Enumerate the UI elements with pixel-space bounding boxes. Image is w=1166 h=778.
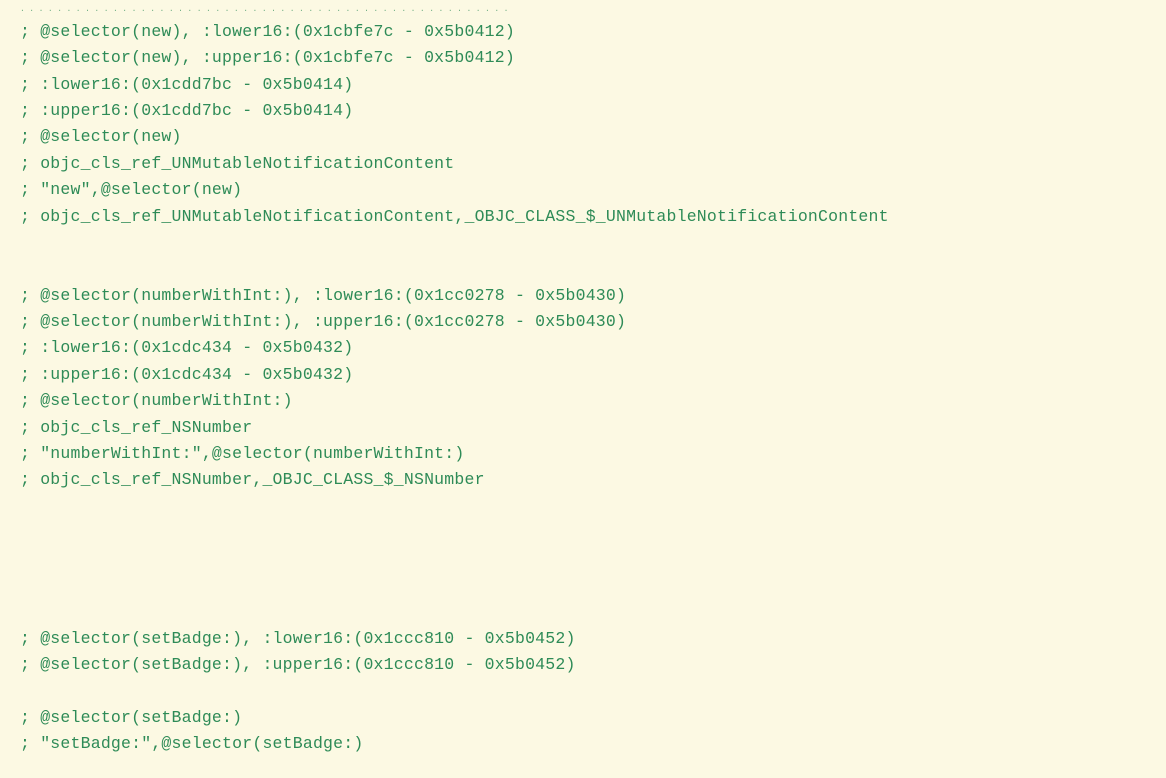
code-line: ; :upper16:(0x1cdc434 - 0x5b0432) [20,362,1146,388]
code-line: ; @selector(numberWithInt:) [20,388,1146,414]
blank-line [20,230,1146,256]
code-line: ; objc_cls_ref_UNMutableNotificationCont… [20,204,1146,230]
code-line: ; @selector(new) [20,124,1146,150]
code-line: ; @selector(numberWithInt:), :lower16:(0… [20,283,1146,309]
code-line: ; objc_cls_ref_NSNumber [20,415,1146,441]
code-line: ; @selector(new), :upper16:(0x1cbfe7c - … [20,45,1146,71]
code-line: ; :upper16:(0x1cdd7bc - 0x5b0414) [20,98,1146,124]
code-line: ; @selector(setBadge:), :upper16:(0x1ccc… [20,652,1146,678]
code-line: ; @selector(new), :lower16:(0x1cbfe7c - … [20,19,1146,45]
dotted-separator: ........................................… [20,4,1146,17]
blank-line [20,599,1146,625]
blank-line [20,679,1146,705]
blank-line [20,494,1146,520]
code-line: ; "numberWithInt:",@selector(numberWithI… [20,441,1146,467]
code-line: ; objc_cls_ref_UNMutableNotificationCont… [20,151,1146,177]
blank-line [20,520,1146,546]
code-line: ; "new",@selector(new) [20,177,1146,203]
code-line: ; "setBadge:",@selector(setBadge:) [20,731,1146,757]
blank-line [20,573,1146,599]
blank-line [20,256,1146,282]
disassembly-code-block: ; @selector(new), :lower16:(0x1cbfe7c - … [20,19,1146,758]
code-line: ; @selector(setBadge:), :lower16:(0x1ccc… [20,626,1146,652]
code-line: ; :lower16:(0x1cdd7bc - 0x5b0414) [20,72,1146,98]
code-line: ; objc_cls_ref_NSNumber,_OBJC_CLASS_$_NS… [20,467,1146,493]
code-line: ; :lower16:(0x1cdc434 - 0x5b0432) [20,335,1146,361]
code-line: ; @selector(numberWithInt:), :upper16:(0… [20,309,1146,335]
blank-line [20,547,1146,573]
code-line: ; @selector(setBadge:) [20,705,1146,731]
